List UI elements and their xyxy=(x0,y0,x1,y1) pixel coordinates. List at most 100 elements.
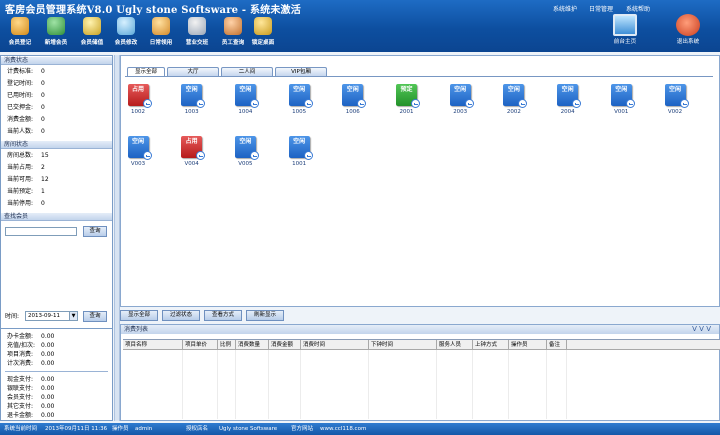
stat-row: 退卡金额: 0.00 xyxy=(7,412,55,419)
room-status-label: 空闲 xyxy=(346,86,359,93)
room-status-card: 空闲 xyxy=(288,84,313,108)
website-link[interactable]: www.ccl118.com xyxy=(320,423,366,435)
column-header[interactable]: 项目单价 xyxy=(183,340,218,350)
tab-double-room[interactable]: 二人间 xyxy=(221,67,273,76)
room-status-label: 空闲 xyxy=(454,86,467,93)
view-mode-button[interactable]: 查看方式 xyxy=(204,310,242,321)
room-status-label: 预定 xyxy=(400,86,413,93)
room-status-label: 空闲 xyxy=(239,138,252,145)
licensee-label: 授权店名 xyxy=(186,426,209,432)
licensee-name: Ugly stone Softsware xyxy=(219,426,278,432)
room-number: 1001 xyxy=(292,161,307,167)
room-card[interactable]: 占用 V004 xyxy=(177,136,207,174)
collapse-chevrons-icon[interactable]: V V V xyxy=(692,325,711,334)
room-card[interactable]: 空闲 2002 xyxy=(499,84,529,122)
menu-system-help[interactable]: 系统帮助 xyxy=(626,4,650,13)
clock-icon xyxy=(196,151,206,160)
column-header[interactable]: 下钟时间 xyxy=(369,340,437,350)
room-status-label: 空闲 xyxy=(131,138,144,145)
room-status-card: 空闲 xyxy=(610,84,635,108)
chevron-down-icon: ▼ xyxy=(69,312,77,320)
member-register-button[interactable]: 会员登记 xyxy=(2,16,38,50)
shift-handover-button[interactable]: 营业交班 xyxy=(179,16,215,50)
room-status-card: 空闲 xyxy=(503,84,528,108)
wallet-icon xyxy=(83,17,101,35)
column-header[interactable]: 消费时间 xyxy=(301,340,369,350)
refresh-button[interactable]: 刷新显示 xyxy=(246,310,284,321)
find-member-header: 查找会员 xyxy=(1,213,112,221)
frontdesk-home-button[interactable]: 前台主页 xyxy=(603,14,647,50)
refresh-icon xyxy=(249,151,259,160)
member-search-input[interactable] xyxy=(5,227,77,236)
column-header[interactable]: 上钟方式 xyxy=(473,340,509,350)
room-status-card: 空闲 xyxy=(342,84,367,108)
menu-system-maintenance[interactable]: 系统维护 xyxy=(553,4,577,13)
filter-status-button[interactable]: 过滤状态 xyxy=(162,310,200,321)
lock-desktop-button[interactable]: 锁定桌面 xyxy=(245,16,281,50)
room-card[interactable]: 空闲 V002 xyxy=(660,84,690,122)
column-header[interactable]: 备注 xyxy=(547,340,567,350)
room-card[interactable]: 空闲 1001 xyxy=(284,136,314,174)
room-card[interactable]: 预定 2001 xyxy=(392,84,422,122)
refresh-icon xyxy=(196,99,206,108)
column-header[interactable]: 消费金额 xyxy=(269,340,301,350)
room-number: 1005 xyxy=(292,109,307,115)
room-card[interactable]: 空闲 V003 xyxy=(123,136,153,174)
room-number: V002 xyxy=(667,109,683,115)
room-card[interactable]: 空闲 V001 xyxy=(606,84,636,122)
member-search-button[interactable]: 查询 xyxy=(83,226,107,237)
column-header[interactable]: 比例 xyxy=(218,340,236,350)
column-header[interactable]: 服务人员 xyxy=(437,340,473,350)
tab-all[interactable]: 显示全部 xyxy=(127,67,165,76)
column-header[interactable]: 项目名称 xyxy=(123,340,183,350)
exit-system-button[interactable]: 退出系统 xyxy=(666,14,710,50)
stat-row: 当前人数: 0 xyxy=(7,128,45,135)
consumption-list-header: 消费列表 V V V xyxy=(121,325,719,334)
date-query-button[interactable]: 查询 xyxy=(83,311,107,322)
date-select[interactable]: 2013-09-11 ▼ xyxy=(25,311,78,321)
refresh-icon xyxy=(625,99,635,108)
room-card[interactable]: 空闲 2004 xyxy=(553,84,583,122)
room-card[interactable]: 空闲 1005 xyxy=(284,84,314,122)
refresh-icon xyxy=(357,99,367,108)
room-card[interactable]: 占用 1002 xyxy=(123,84,153,122)
menu-daily-management[interactable]: 日常管理 xyxy=(589,4,613,13)
stat-row: 已交押金: 0 xyxy=(7,104,45,111)
room-status-label: 空闲 xyxy=(615,86,628,93)
column-header[interactable]: 消费数量 xyxy=(236,340,269,350)
room-status-card: 空闲 xyxy=(234,84,259,108)
show-all-button[interactable]: 显示全部 xyxy=(120,310,158,321)
room-status-card: 空闲 xyxy=(449,84,474,108)
room-status-header: 房间状态 xyxy=(1,141,112,149)
add-member-button[interactable]: 新增会员 xyxy=(38,16,74,50)
room-card[interactable]: 空闲 1003 xyxy=(177,84,207,122)
tab-vip[interactable]: VIP包厢 xyxy=(275,67,327,76)
room-card[interactable]: 空闲 1004 xyxy=(230,84,260,122)
column-header[interactable]: 操作员 xyxy=(509,340,547,350)
divider xyxy=(5,371,108,372)
stat-row: 会员支付: 0.00 xyxy=(7,394,55,401)
room-grid-panel: 显示全部 大厅 二人间 VIP包厢 占用 1002 空闲 1003 空闲 1004 空闲 10… xyxy=(120,55,720,307)
add-user-icon xyxy=(47,17,65,35)
room-card[interactable]: 空闲 2003 xyxy=(445,84,475,122)
room-number: V001 xyxy=(614,109,629,115)
room-status-card: 空闲 xyxy=(288,136,313,160)
stat-row: 计费标准: 0 xyxy=(7,68,45,75)
room-card[interactable]: 空闲 V005 xyxy=(230,136,260,174)
action-button-row: 显示全部 过滤状态 查看方式 刷新显示 xyxy=(120,310,288,321)
daily-use-button[interactable]: 日常领用 xyxy=(143,16,179,50)
refresh-icon xyxy=(464,99,474,108)
stat-row: 银联支付: 0.00 xyxy=(7,385,55,392)
edit-member-button[interactable]: 会员修改 xyxy=(108,16,144,50)
consumption-table: 项目名称 项目单价 比例 消费数量 消费金额 消费时间 下钟时间 服务人员 上钟… xyxy=(123,339,720,419)
people-icon xyxy=(11,17,29,35)
room-status-label: 占用 xyxy=(185,138,198,145)
stat-row: 现金支付: 0.00 xyxy=(7,376,55,383)
room-card[interactable]: 空闲 1006 xyxy=(338,84,368,122)
tab-hall[interactable]: 大厅 xyxy=(167,67,219,76)
room-status-label: 占用 xyxy=(131,86,144,93)
room-number: V005 xyxy=(238,161,253,167)
room-status-card: 占用 xyxy=(181,136,206,160)
room-status-label: 空闲 xyxy=(239,86,252,93)
member-deposit-button[interactable]: 会员储值 xyxy=(74,16,110,50)
